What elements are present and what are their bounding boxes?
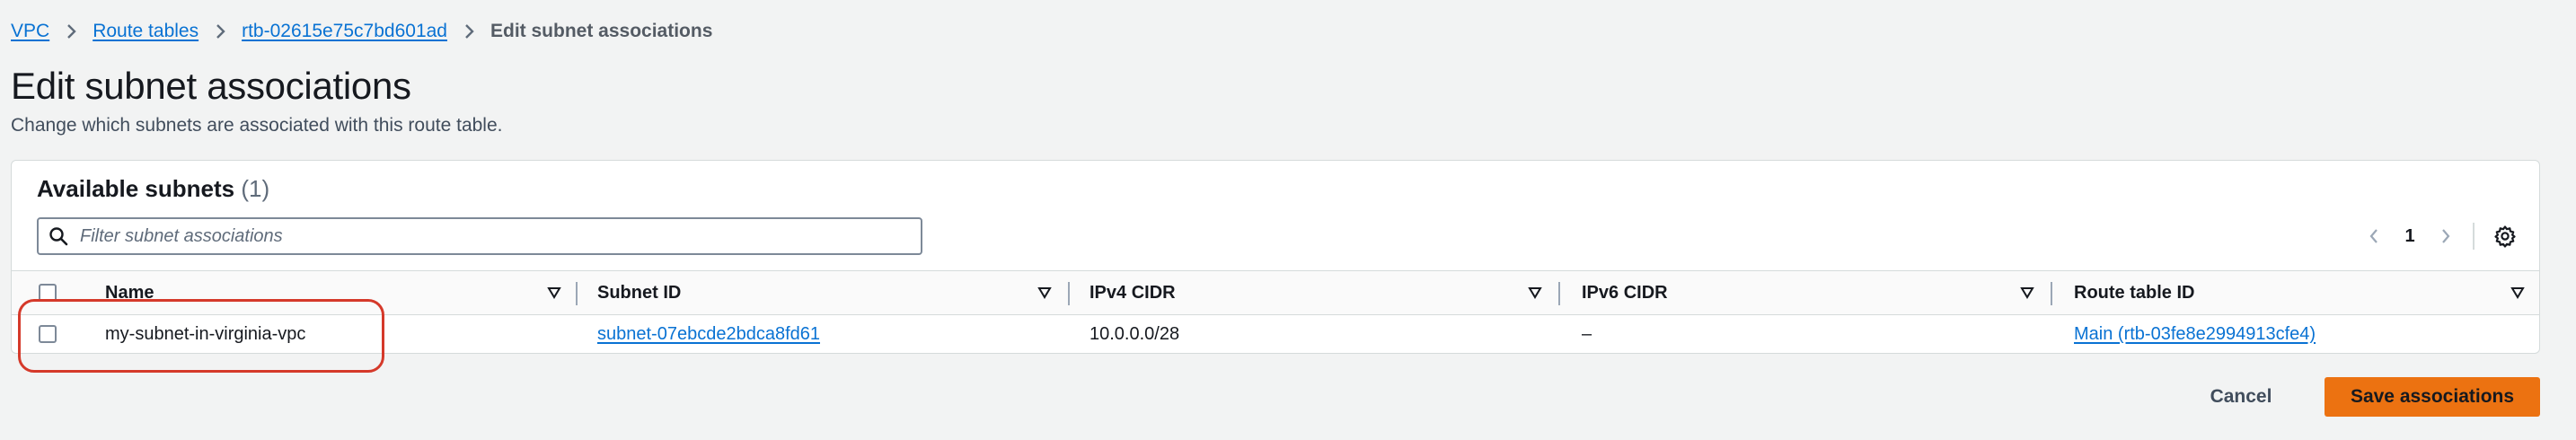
row-select-cell [39, 315, 57, 353]
chevron-left-icon [2369, 229, 2378, 243]
row-checkbox[interactable] [39, 325, 57, 343]
cell-name: my-subnet-in-virginia-vpc [105, 323, 306, 344]
panel-header: Available subnets (1) [37, 175, 269, 203]
column-header-name[interactable]: Name [105, 271, 154, 314]
next-page-button[interactable] [2428, 218, 2464, 254]
cell-subnet-id: subnet-07ebcde2bdca8fd61 [597, 315, 820, 353]
sort-caret-icon[interactable] [547, 271, 561, 314]
page-description: Change which subnets are associated with… [11, 115, 503, 136]
column-divider[interactable] [576, 282, 578, 305]
sort-caret-icon[interactable] [2020, 271, 2034, 314]
sort-caret-icon[interactable] [2510, 271, 2525, 314]
chevron-right-icon [447, 21, 490, 42]
cancel-button[interactable]: Cancel [2188, 377, 2294, 417]
settings-button[interactable] [2487, 218, 2523, 254]
breadcrumb-vpc[interactable]: VPC [11, 21, 49, 42]
available-subnets-panel: Available subnets (1) 1 [11, 160, 2540, 354]
chevron-right-icon [2442, 229, 2450, 243]
column-header-route-table-id[interactable]: Route table ID [2074, 271, 2194, 314]
filter-subnet-associations-input[interactable] [78, 224, 921, 248]
column-header-ipv6-cidr[interactable]: IPv6 CIDR [1582, 271, 1668, 314]
table-row[interactable]: my-subnet-in-virginia-vpc subnet-07ebcde… [12, 315, 2539, 353]
sort-caret-icon[interactable] [1528, 271, 1542, 314]
breadcrumb-route-tables[interactable]: Route tables [93, 21, 198, 42]
subnet-id-link[interactable]: subnet-07ebcde2bdca8fd61 [597, 324, 820, 345]
column-divider[interactable] [2051, 282, 2052, 305]
column-divider[interactable] [1068, 282, 1070, 305]
search-icon [39, 226, 78, 246]
column-header-ipv4-cidr[interactable]: IPv4 CIDR [1090, 271, 1176, 314]
gear-icon [2494, 225, 2516, 248]
pagination-divider [2473, 223, 2475, 250]
chevron-right-icon [198, 21, 242, 42]
route-table-id-link[interactable]: Main (rtb-03fe8e2994913cfe4) [2074, 324, 2316, 345]
chevron-right-icon [49, 21, 93, 42]
save-associations-button[interactable]: Save associations [2325, 377, 2540, 417]
previous-page-button[interactable] [2356, 218, 2392, 254]
cell-route-table-id: Main (rtb-03fe8e2994913cfe4) [2074, 315, 2316, 353]
breadcrumb-route-table-id[interactable]: rtb-02615e75c7bd601ad [242, 21, 447, 42]
column-header-subnet-id[interactable]: Subnet ID [597, 271, 681, 314]
page-number[interactable]: 1 [2392, 226, 2428, 247]
cell-ipv4-cidr: 10.0.0.0/28 [1090, 323, 1180, 344]
breadcrumb: VPC Route tables rtb-02615e75c7bd601ad E… [11, 16, 712, 47]
cell-ipv6-cidr: – [1582, 323, 1592, 344]
pagination: 1 [2356, 217, 2523, 255]
column-divider[interactable] [1558, 282, 1560, 305]
table-header: Name Subnet ID IPv4 CIDR IPv6 CIDR Route… [12, 270, 2539, 315]
breadcrumb-current: Edit subnet associations [490, 21, 713, 41]
panel-title: Available subnets [37, 175, 235, 202]
filter-field [37, 217, 922, 255]
panel-count: (1) [241, 175, 270, 202]
sort-caret-icon[interactable] [1037, 271, 1052, 314]
page-title: Edit subnet associations [11, 65, 411, 107]
select-all-cell [39, 271, 57, 314]
select-all-checkbox[interactable] [39, 284, 57, 302]
